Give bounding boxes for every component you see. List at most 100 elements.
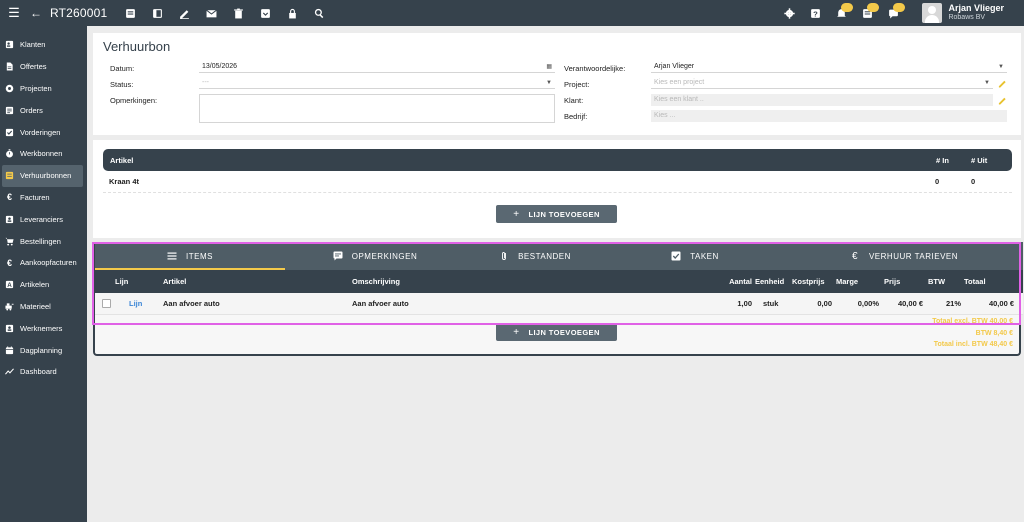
sidebar-item-label: Artikelen: [20, 280, 50, 290]
tab-verhuur-tarieven[interactable]: € VERHUUR TARIEVEN: [785, 242, 1023, 270]
sidebar-item-label: Bestellingen: [20, 236, 61, 246]
col-btw: BTW: [928, 277, 946, 286]
datum-field[interactable]: 13/05/2026 ▦: [199, 61, 555, 73]
sidebar: Klanten Offertes Projecten Orders Vorder…: [0, 26, 87, 522]
checkbox-icon: [671, 251, 681, 261]
sidebar-item-werknemers[interactable]: Werknemers: [0, 317, 83, 339]
sidebar-item-projecten[interactable]: Projecten: [0, 78, 83, 100]
search-icon[interactable]: [306, 0, 333, 26]
opmerkingen-textarea[interactable]: [199, 94, 555, 123]
sidebar-item-materieel[interactable]: Materieel: [0, 296, 83, 318]
euro-icon: €: [6, 257, 12, 268]
item-prijs: 40,00 €: [897, 299, 923, 308]
sidebar-item-verhuurbonnen[interactable]: Verhuurbonnen: [2, 164, 83, 187]
sidebar-item-werkbonnen[interactable]: Werkbonnen: [0, 143, 83, 165]
document-id: RT260001: [50, 6, 108, 20]
sidebar-item-label: Materieel: [20, 301, 51, 311]
bedrijf-label: Bedrijf:: [564, 112, 588, 121]
verantwoordelijke-label: Verantwoordelijke:: [564, 64, 626, 73]
user-menu[interactable]: Arjan Vlieger Robaws BV: [922, 3, 1004, 23]
order-icon: [5, 106, 14, 115]
pdf-icon[interactable]: [117, 0, 144, 26]
sidebar-item-facturen[interactable]: € Facturen: [0, 187, 83, 209]
item-kostprijs: 0,00: [817, 299, 832, 308]
sidebar-item-vorderingen[interactable]: Vorderingen: [0, 121, 83, 143]
chart-icon: [5, 367, 14, 376]
tab-bestanden[interactable]: BESTANDEN: [465, 242, 605, 270]
sidebar-item-bestellingen[interactable]: Bestellingen: [0, 230, 83, 252]
status-select[interactable]: --- ▼: [199, 77, 555, 89]
row-checkbox[interactable]: [102, 299, 111, 308]
sidebar-item-aankoopfacturen[interactable]: € Aankoopfacturen: [0, 252, 83, 274]
chevron-down-icon: ▼: [984, 80, 990, 86]
verantwoordelijke-select[interactable]: Arjan Vlieger ▼: [651, 61, 1007, 73]
check-icon: [5, 128, 14, 137]
sidebar-item-label: Werknemers: [20, 323, 63, 333]
sidebar-item-klanten[interactable]: Klanten: [0, 34, 83, 56]
euro-icon: €: [6, 192, 12, 203]
project-placeholder: Kies een project: [654, 79, 705, 86]
sidebar-item-orders[interactable]: Orders: [0, 99, 83, 121]
calendar-icon[interactable]: ▦: [546, 61, 552, 73]
mail-icon[interactable]: [198, 0, 225, 26]
back-icon[interactable]: ←: [28, 6, 44, 20]
tab-items[interactable]: ITEMS: [95, 242, 285, 270]
top-bar: ☰ ← RT260001 ? Arjan Vlieger Robaws BV: [0, 0, 1024, 26]
sidebar-item-offertes[interactable]: Offertes: [0, 56, 83, 78]
status-value: ---: [202, 79, 209, 86]
total-excl-btw: Totaal excl. BTW 40,00 €: [932, 318, 1013, 325]
rental-uit: 0: [971, 177, 976, 186]
project-select[interactable]: Kies een project ▼: [651, 77, 993, 89]
row-select[interactable]: [102, 293, 111, 314]
klant-select[interactable]: Kies een klant ..: [651, 94, 993, 106]
lock-icon[interactable]: [279, 0, 306, 26]
rental-icon: [5, 171, 14, 180]
layout-icon[interactable]: [144, 0, 171, 26]
col-in: # In: [936, 155, 949, 165]
archive-icon[interactable]: [252, 0, 279, 26]
verantwoordelijke-value: Arjan Vlieger: [654, 63, 695, 70]
add-rental-line-button[interactable]: + LIJN TOEVOEGEN: [496, 205, 617, 223]
settings-icon[interactable]: [776, 0, 802, 26]
add-item-line-button[interactable]: + LIJN TOEVOEGEN: [496, 323, 617, 341]
col-omschrijving: Omschrijving: [352, 277, 400, 286]
sidebar-item-dagplanning[interactable]: Dagplanning: [0, 339, 83, 361]
items-table-header: Lijn Artikel Omschrijving Aantal Eenheid…: [95, 270, 1023, 293]
chat-icon[interactable]: [880, 0, 906, 26]
rental-table-header: Artikel # In # Uit: [103, 149, 1012, 171]
rental-card: Artikel # In # Uit Kraan 4t 0 0 + LIJN T…: [93, 140, 1021, 238]
col-artikel: Artikel: [110, 155, 134, 165]
tab-label: BESTANDEN: [518, 251, 571, 261]
notification-icon[interactable]: [828, 0, 854, 26]
sidebar-item-leveranciers[interactable]: Leveranciers: [0, 208, 83, 230]
bedrijf-select[interactable]: Kies ...: [651, 110, 1007, 122]
tab-bar: ITEMS OPMERKINGEN BESTANDEN TAKEN € VERH…: [95, 242, 1023, 270]
sidebar-item-label: Projecten: [20, 83, 52, 93]
menu-icon[interactable]: ☰: [4, 5, 24, 21]
document-icon: [5, 62, 14, 71]
edit-klant-icon[interactable]: [998, 96, 1007, 105]
tab-taken[interactable]: TAKEN: [605, 242, 785, 270]
item-artikel: Aan afvoer auto: [163, 299, 220, 308]
edit-project-icon[interactable]: [998, 79, 1007, 88]
rental-in: 0: [935, 177, 940, 186]
items-card: ITEMS OPMERKINGEN BESTANDEN TAKEN € VERH…: [93, 242, 1023, 356]
sidebar-item-dashboard[interactable]: Dashboard: [0, 361, 83, 383]
sidebar-item-artikelen[interactable]: A Artikelen: [0, 274, 83, 296]
table-row[interactable]: Lijn Aan afvoer auto Aan afvoer auto 1,0…: [95, 293, 1023, 315]
tab-opmerkingen[interactable]: OPMERKINGEN: [285, 242, 465, 270]
edit-icon[interactable]: [171, 0, 198, 26]
datum-value: 13/05/2026: [202, 63, 238, 70]
bedrijf-placeholder: Kies ...: [654, 112, 676, 119]
chevron-down-icon: ▼: [546, 80, 552, 86]
item-totaal: 40,00 €: [988, 299, 1014, 308]
sidebar-item-label: Werkbonnen: [20, 149, 63, 159]
table-row[interactable]: Kraan 4t 0 0: [103, 171, 1012, 193]
list-icon[interactable]: [854, 0, 880, 26]
help-icon[interactable]: ?: [802, 0, 828, 26]
list-icon: [167, 251, 177, 261]
delete-icon[interactable]: [225, 0, 252, 26]
main-content: Verhuurbon Datum: 13/05/2026 ▦ Status: -…: [87, 26, 1024, 522]
plus-icon: +: [513, 208, 520, 220]
lijn-link[interactable]: Lijn: [129, 293, 142, 314]
